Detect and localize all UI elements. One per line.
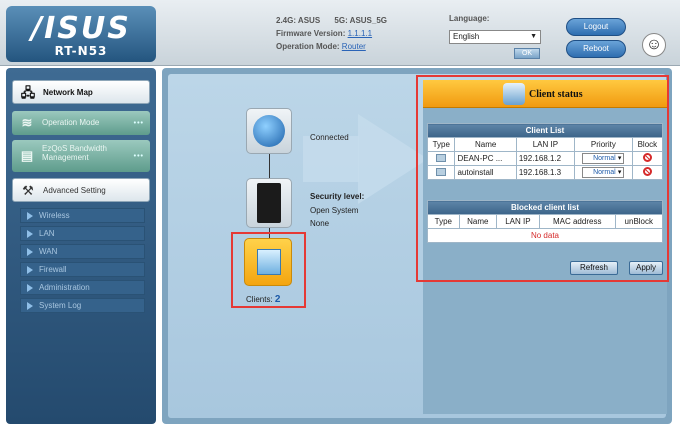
sidebar-item-operation-mode[interactable]: ≋ Operation Mode ••• [12,111,150,135]
model-name: RT-N53 [54,44,108,58]
sidebar-item-lan[interactable]: LAN [20,226,145,241]
sidebar-item-label: EzQoS Bandwidth Management [42,144,107,162]
language-ok-button[interactable]: OK [514,48,540,59]
qos-icon: ▤ [20,148,34,163]
network-map-icon: 🖧 [20,85,36,100]
sidebar-item-network-map[interactable]: 🖧 Network Map [12,80,150,104]
sidebar-item-label: Network Map [43,88,93,97]
smiley-icon[interactable]: ☺ [642,33,666,57]
header: /ISUS RT-N53 2.4G: ASUS 5G: ASUS_5G Firm… [0,0,680,66]
ssid-5: 5G: ASUS_5G [334,16,388,25]
sidebar: 🖧 Network Map ≋ Operation Mode ••• ▤ EzQ… [6,68,156,424]
language-label: Language: [449,14,490,23]
dots-icon: ••• [133,153,144,160]
logout-button[interactable]: Logout [566,18,626,36]
tools-icon: ⚒ [22,183,34,198]
wifi-icon: ≋ [21,115,33,130]
sidebar-item-advanced-setting[interactable]: ⚒ Advanced Setting [12,178,150,202]
language-select[interactable]: English ▼ [449,30,541,44]
sidebar-item-wireless[interactable]: Wireless [20,208,145,223]
sidebar-item-administration[interactable]: Administration [20,280,145,295]
sidebar-item-system-log[interactable]: System Log [20,298,145,313]
clients-count-label: Clients: 2 [246,294,280,305]
security-mode: Open System [310,206,359,215]
system-info: 2.4G: ASUS 5G: ASUS_5G Firmware Version:… [276,14,387,53]
opmode-label: Operation Mode: [276,42,340,51]
security-level-label: Security level: [310,192,365,201]
clients-button[interactable] [244,238,292,286]
clients-label: Clients: [246,295,273,304]
arrow-body [303,136,359,182]
globe-icon [253,115,285,147]
logo-text: /ISUS [31,11,131,46]
sidebar-item-label: Advanced Setting [43,186,106,195]
reboot-button[interactable]: Reboot [566,40,626,58]
computer-icon [257,249,281,275]
connector-line [269,154,270,178]
sidebar-item-ezqos[interactable]: ▤ EzQoS Bandwidth Management ••• [12,140,150,172]
sidebar-item-wan[interactable]: WAN [20,244,145,259]
internet-status-text: Connected [310,133,349,142]
dots-icon: ••• [133,120,144,127]
internet-status-button[interactable] [246,108,292,154]
router-status-button[interactable] [246,178,292,228]
firmware-label: Firmware Version: [276,29,346,38]
router-icon [257,183,281,223]
chevron-down-icon: ▼ [530,33,537,40]
sidebar-item-label: Operation Mode [42,118,100,127]
firmware-link[interactable]: 1.1.1.1 [348,29,372,38]
highlight-box [416,75,669,282]
asus-logo: /ISUS RT-N53 [6,6,156,62]
sidebar-item-firewall[interactable]: Firewall [20,262,145,277]
opmode-link[interactable]: Router [342,42,366,51]
ssid-24: 2.4G: ASUS [276,16,321,25]
language-value: English [453,32,480,41]
security-encryption: None [310,219,330,228]
clients-count: 2 [274,294,281,305]
